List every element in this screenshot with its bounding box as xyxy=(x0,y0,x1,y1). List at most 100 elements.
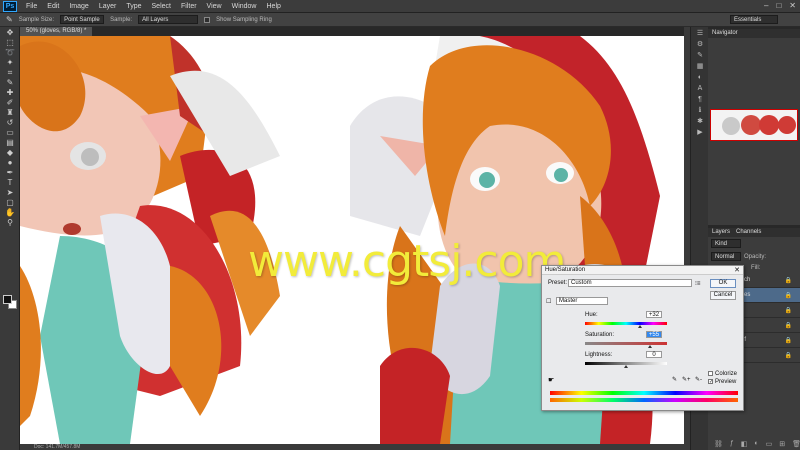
lightness-field[interactable]: 0 xyxy=(646,351,662,358)
pen-tool-icon[interactable]: ✒ xyxy=(3,168,17,177)
channel-select[interactable]: Master xyxy=(556,297,608,305)
sample-select[interactable]: All Layers xyxy=(138,15,199,24)
colorize-option[interactable]: Colorize xyxy=(708,371,737,377)
brush-tool-icon[interactable]: ✐ xyxy=(3,98,17,107)
minimize-icon[interactable]: – xyxy=(764,1,768,10)
history-brush-tool-icon[interactable]: ↺ xyxy=(3,118,17,127)
sample-size-label: Sample Size: xyxy=(18,16,55,23)
character-panel-icon[interactable]: A xyxy=(695,85,705,93)
quick-select-tool-icon[interactable]: ✦ xyxy=(3,58,17,67)
menu-view[interactable]: View xyxy=(202,0,227,13)
status-bar: Doc: 141.7M/457.8M xyxy=(20,444,684,450)
stamp-tool-icon[interactable]: ♜ xyxy=(3,108,17,117)
dodge-tool-icon[interactable]: ● xyxy=(3,158,17,167)
document-tab[interactable]: 50% (gloves, RGB/8) * xyxy=(20,27,93,36)
crop-tool-icon[interactable]: ⌗ xyxy=(3,68,17,77)
channels-tab[interactable]: Channels xyxy=(736,228,761,237)
info-panel-icon[interactable]: ℹ xyxy=(695,107,705,115)
show-ring-checkbox[interactable] xyxy=(204,16,211,23)
trash-icon[interactable]: 🗑 xyxy=(792,440,800,448)
close-icon[interactable]: ✕ xyxy=(734,266,740,275)
menu-layer[interactable]: Layer xyxy=(94,0,122,13)
navigator-tab[interactable]: Navigator xyxy=(712,29,738,38)
fx-icon[interactable]: ƒ xyxy=(730,440,734,448)
menu-image[interactable]: Image xyxy=(64,0,93,13)
move-tool-icon[interactable]: ✥ xyxy=(3,28,17,37)
hue-field[interactable]: +32 xyxy=(646,311,662,318)
layer-kind-select[interactable]: Kind xyxy=(711,239,741,248)
marquee-tool-icon[interactable]: ⬚ xyxy=(3,38,17,47)
hue-label: Hue: xyxy=(585,312,598,318)
hand-tool-icon[interactable]: ✋ xyxy=(3,208,17,217)
navigator-header: Navigator xyxy=(708,29,800,38)
hue-saturation-dialog: Hue/Saturation ✕ Preset: Custom ⁝≡ OK Ca… xyxy=(541,265,744,411)
cancel-button[interactable]: Cancel xyxy=(710,291,736,300)
menu-filter[interactable]: Filter xyxy=(176,0,202,13)
lasso-tool-icon[interactable]: ➰ xyxy=(3,48,17,57)
properties-panel-icon[interactable]: ⚙ xyxy=(695,41,705,49)
saturation-slider-knob[interactable] xyxy=(648,345,652,348)
layers-tab[interactable]: Layers xyxy=(712,228,730,237)
window-controls: – □ ✕ xyxy=(764,1,796,10)
new-layer-icon[interactable]: ⊞ xyxy=(779,440,785,448)
preset-select[interactable]: Custom xyxy=(568,279,692,287)
brush-panel-icon[interactable]: ✎ xyxy=(695,52,705,60)
lock-icon: 🔒 xyxy=(784,292,792,299)
fill-label: Fill: xyxy=(751,265,761,271)
eyedropper-minus-icon[interactable]: ✎- xyxy=(695,376,702,383)
link-icon[interactable]: ⛓ xyxy=(714,440,723,448)
shape-tool-icon[interactable]: ▢ xyxy=(3,198,17,207)
hue-slider[interactable] xyxy=(585,322,667,325)
dialog-title[interactable]: Hue/Saturation xyxy=(542,266,743,275)
targeted-adjust-icon[interactable]: ☐ xyxy=(546,298,551,305)
paragraph-panel-icon[interactable]: ¶ xyxy=(695,96,705,104)
gradient-tool-icon[interactable]: ▤ xyxy=(3,138,17,147)
swatches-panel-icon[interactable]: ▦ xyxy=(695,63,705,71)
preview-checkbox[interactable]: ✓ xyxy=(708,379,713,385)
menu-window[interactable]: Window xyxy=(227,0,262,13)
menu-file[interactable]: File xyxy=(21,0,42,13)
folder-icon[interactable]: ▭ xyxy=(766,440,773,448)
eyedropper-icon[interactable]: ✎ xyxy=(672,376,677,383)
menu-help[interactable]: Help xyxy=(262,0,286,13)
history-panel-icon[interactable]: ☰ xyxy=(695,30,705,38)
hand-adjust-icon[interactable]: ☛ xyxy=(548,376,554,384)
preview-option[interactable]: ✓ Preview xyxy=(708,379,736,385)
blur-tool-icon[interactable]: ◆ xyxy=(3,148,17,157)
menu-edit[interactable]: Edit xyxy=(42,0,64,13)
adjustment-layer-icon[interactable]: ◐ xyxy=(754,440,758,448)
eyedropper-plus-icon[interactable]: ✎+ xyxy=(682,376,691,383)
menu-type[interactable]: Type xyxy=(121,0,146,13)
navigator-preview-image xyxy=(722,115,796,135)
zoom-tool-icon[interactable]: ⚲ xyxy=(3,218,17,227)
lightness-slider-knob[interactable] xyxy=(624,365,628,368)
navigator-thumbnail[interactable] xyxy=(710,109,798,141)
input-color-bar xyxy=(550,391,738,395)
workspace-select[interactable]: Essentials xyxy=(730,15,778,24)
styles-panel-icon[interactable]: ✱ xyxy=(695,118,705,126)
saturation-slider[interactable] xyxy=(585,342,667,345)
eyedropper-tool-icon[interactable]: ✎ xyxy=(3,78,17,87)
sample-size-select[interactable]: Point Sample xyxy=(60,15,105,24)
maximize-icon[interactable]: □ xyxy=(776,1,781,10)
blend-mode-select[interactable]: Normal xyxy=(711,252,741,261)
eraser-tool-icon[interactable]: ▭ xyxy=(3,128,17,137)
healing-tool-icon[interactable]: ✚ xyxy=(3,88,17,97)
type-tool-icon[interactable]: T xyxy=(3,178,17,187)
mask-icon[interactable]: ◧ xyxy=(741,440,748,448)
foreground-color-swatch[interactable] xyxy=(3,295,12,304)
menu-select[interactable]: Select xyxy=(147,0,176,13)
path-select-tool-icon[interactable]: ➤ xyxy=(3,188,17,197)
colorize-checkbox[interactable] xyxy=(708,371,713,376)
actions-panel-icon[interactable]: ▶ xyxy=(695,129,705,137)
preset-options-icon[interactable]: ⁝≡ xyxy=(695,280,700,287)
show-ring-label: Show Sampling Ring xyxy=(216,16,272,23)
adjustments-panel-icon[interactable]: ◐ xyxy=(695,74,705,82)
saturation-field[interactable]: +55 xyxy=(646,331,662,338)
opacity-label: Opacity: xyxy=(744,253,767,260)
eyedropper-tool-icon[interactable]: ✎ xyxy=(6,15,13,24)
close-icon[interactable]: ✕ xyxy=(789,1,796,10)
hue-slider-knob[interactable] xyxy=(638,325,642,328)
output-color-bar xyxy=(550,398,738,402)
ok-button[interactable]: OK xyxy=(710,279,736,288)
